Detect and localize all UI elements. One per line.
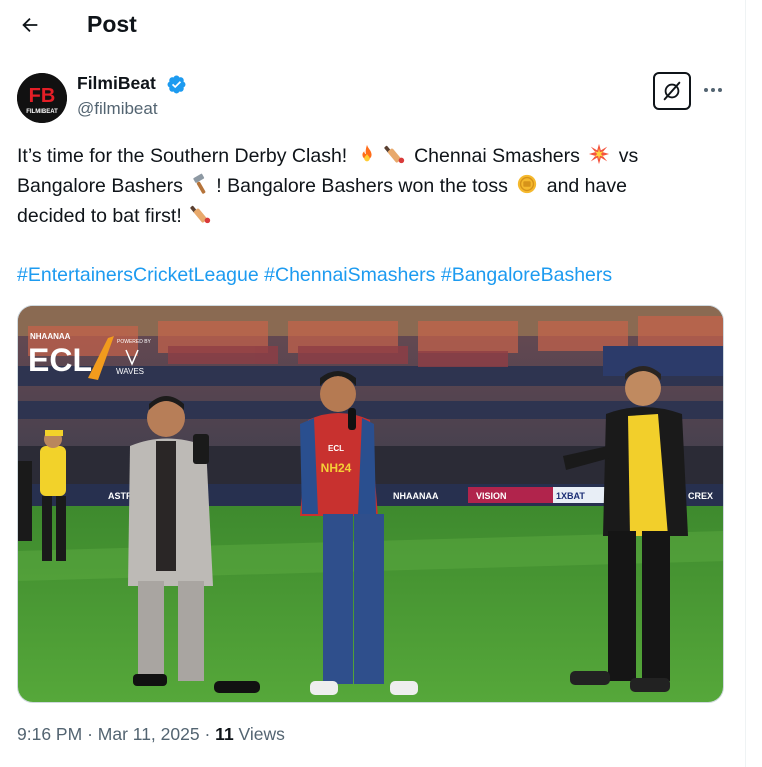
post-header: Post [0, 0, 745, 50]
back-button[interactable] [12, 7, 48, 43]
board-text: VISION [476, 491, 507, 501]
svg-text:FILMIBEAT: FILMIBEAT [26, 109, 58, 115]
more-options-button[interactable] [697, 74, 729, 106]
column-divider [745, 0, 746, 767]
hashtag-link[interactable]: #BangaloreBashers [441, 264, 612, 286]
views-count[interactable]: 11 [215, 724, 234, 744]
logo-main: ECL [28, 342, 92, 378]
filmibeat-logo: FB FILMIBEAT [17, 73, 67, 123]
tweet-text: It’s time for the Southern Derby Clash! … [17, 141, 732, 231]
tweet-segment: and have [546, 175, 627, 197]
tweet-segment: It’s time for the Southern Derby Clash! [17, 145, 348, 167]
tweet-line: Bangalore Bashers ! Bangalore Bashers wo… [17, 171, 732, 201]
verified-badge-icon [167, 75, 186, 94]
board-text: CREX [688, 491, 713, 501]
hashtag-list: #EntertainersCricketLeague #ChennaiSmash… [17, 260, 612, 290]
arrow-left-icon [22, 17, 38, 33]
avatar[interactable]: FB FILMIBEAT [17, 73, 67, 123]
logo-powered: POWERED BY [117, 339, 152, 345]
meta-separator: · [87, 724, 93, 744]
cricket-bat-emoji-icon [383, 145, 404, 164]
post-date[interactable]: Mar 11, 2025 [98, 724, 200, 744]
tweet-segment: decided to bat first! [17, 205, 182, 227]
board-text: NHAANAA [393, 491, 439, 501]
tweet-segment: ! Bangalore Bashers won the toss [216, 175, 508, 197]
fire-emoji-icon [362, 144, 372, 162]
cricket-bat-emoji-icon [190, 205, 211, 224]
coin-emoji-icon [518, 174, 537, 194]
hammer-emoji-icon [193, 173, 206, 194]
grok-button[interactable] [653, 72, 691, 110]
logo-brand: NHAANAA [30, 332, 71, 341]
views-label: Views [238, 724, 285, 744]
board-text: 1XBAT [556, 491, 585, 501]
hashtag-link[interactable]: #ChennaiSmashers [264, 264, 435, 286]
logo-sponsor: WAVES [116, 367, 144, 376]
author-handle[interactable]: @filmibeat [77, 99, 158, 119]
more-dots-icon [704, 88, 722, 92]
grok-icon [663, 81, 681, 101]
post-time[interactable]: 9:16 PM [17, 724, 82, 744]
author-name[interactable]: FilmiBeat [77, 73, 156, 94]
collision-emoji-icon [589, 143, 610, 165]
tweet-segment: vs [618, 145, 639, 167]
tweet-line: It’s time for the Southern Derby Clash! … [17, 141, 732, 171]
page-title: Post [87, 11, 137, 37]
tweet-segment: Chennai Smashers [414, 145, 580, 167]
svg-text:FB: FB [29, 85, 56, 107]
tweet-media-image[interactable]: VISION 1XBAT ASTRAL LINE NHAANAA CREX [17, 305, 724, 703]
tweet-segment: Bangalore Bashers [17, 175, 183, 197]
post-meta: 9:16 PM · Mar 11, 2025 · 11 Views [17, 724, 285, 745]
cricket-toss-photo: VISION 1XBAT ASTRAL LINE NHAANAA CREX [18, 306, 723, 702]
tweet-line: decided to bat first! [17, 201, 732, 231]
jersey-logo: ECL [328, 444, 344, 453]
jersey-text: NH24 [321, 461, 352, 475]
hashtag-link[interactable]: #EntertainersCricketLeague [17, 264, 259, 286]
meta-separator: · [204, 724, 211, 744]
